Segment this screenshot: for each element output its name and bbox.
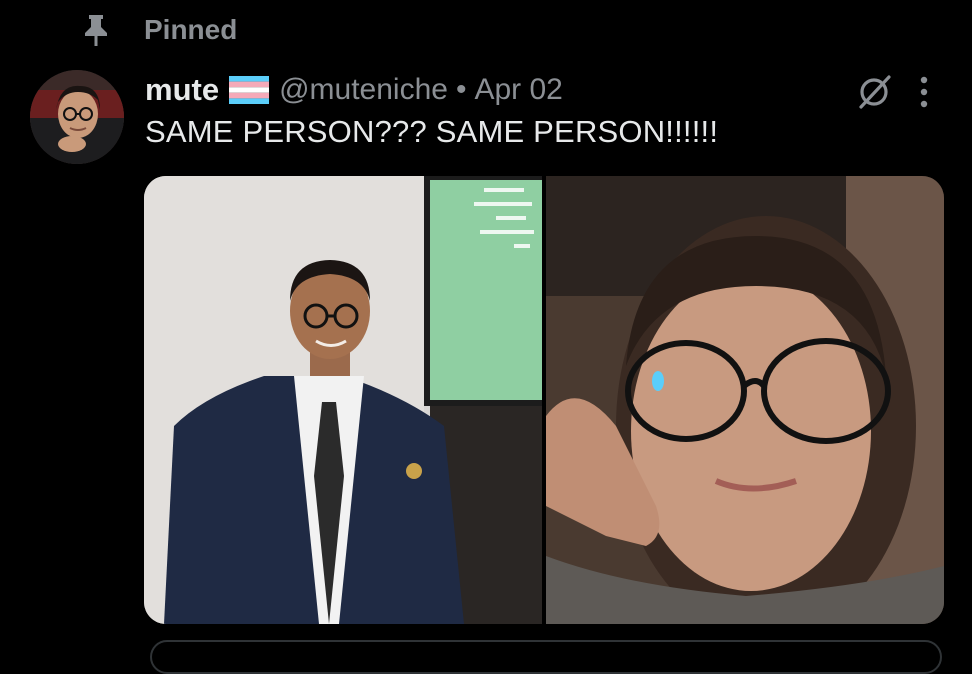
more-options-icon[interactable] [910,70,938,114]
grok-icon[interactable] [852,70,896,114]
tweet-date[interactable]: Apr 02 [474,73,562,107]
pin-icon [80,12,112,48]
media-photo-left[interactable] [144,176,542,624]
media-grid [144,176,944,624]
tweet-text: SAME PERSON??? SAME PERSON!!!!!! [145,114,719,149]
transgender-flag-icon [229,76,270,104]
author-handle[interactable]: @muteniche [279,73,448,107]
pinned-label: Pinned [144,14,238,45]
media-photo-right[interactable] [546,176,944,624]
separator-dot: • [455,73,467,106]
author-display-name[interactable]: mute [145,72,219,108]
next-card-preview [150,640,942,674]
tweet-header: mute @muteniche • Apr 02 [145,68,563,112]
pinned-indicator: Pinned [80,12,237,48]
avatar[interactable] [30,70,124,164]
